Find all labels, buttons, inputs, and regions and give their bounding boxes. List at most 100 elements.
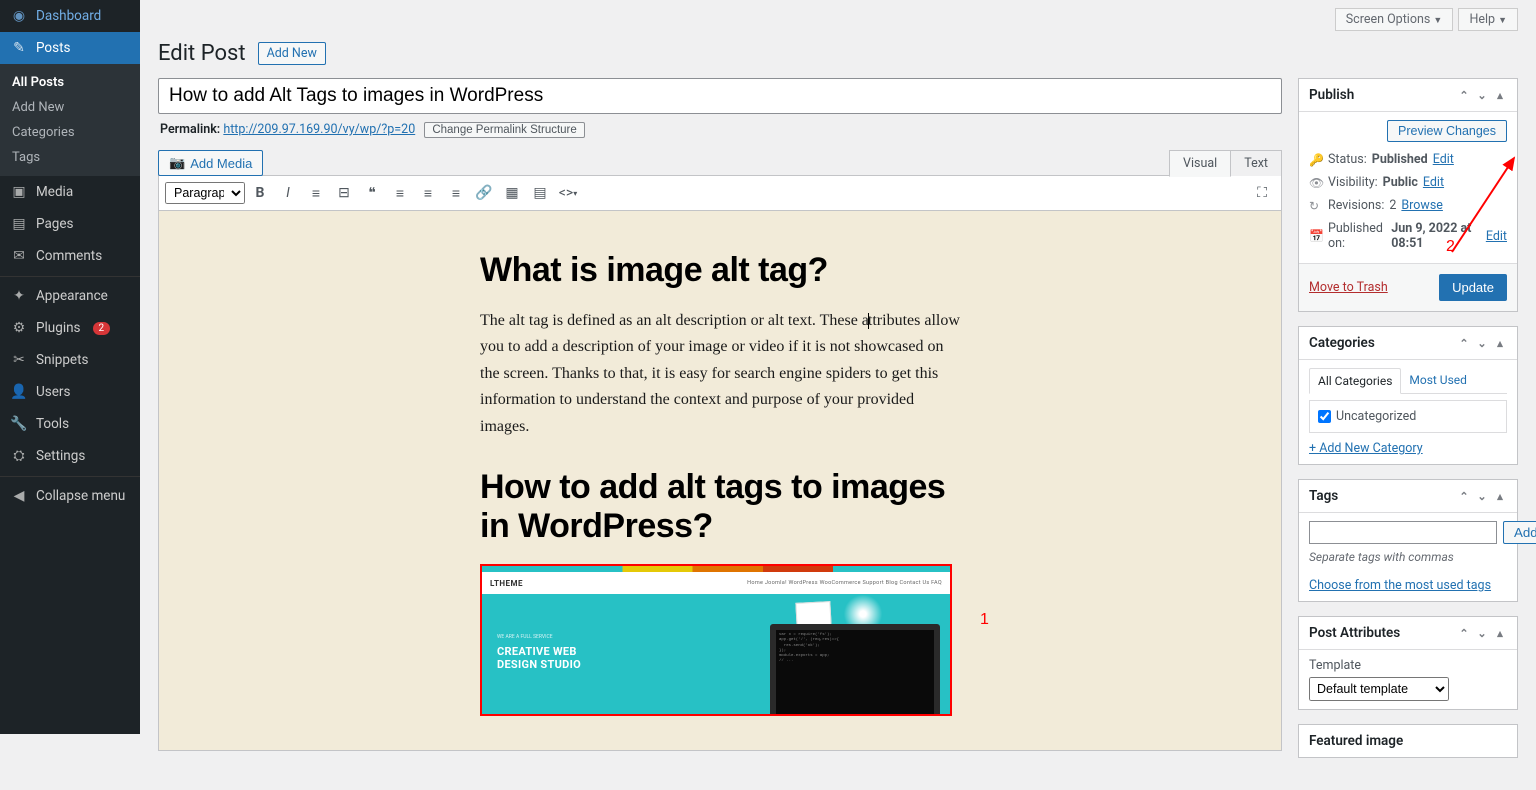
update-button[interactable]: Update — [1439, 274, 1507, 301]
menu-tools[interactable]: 🔧Tools — [0, 408, 140, 440]
calendar-icon: 📅 — [1309, 229, 1323, 243]
dashboard-icon: ◉ — [10, 7, 28, 25]
cat-checkbox-uncategorized[interactable] — [1318, 410, 1331, 423]
post-attributes-box: Post Attributes ⌃⌄▴ Template Default tem… — [1298, 616, 1518, 710]
image-hero-title: CREATIVE WEB DESIGN STUDIO — [497, 645, 669, 671]
image-nav: Home Joomla! WordPress WooCommerce Suppo… — [747, 580, 942, 586]
cat-tab-most[interactable]: Most Used — [1401, 368, 1475, 393]
add-new-category[interactable]: + Add New Category — [1309, 441, 1423, 456]
insert-button[interactable]: ▦ — [499, 180, 525, 206]
content-heading-1[interactable]: What is image alt tag? — [480, 251, 960, 290]
plugins-update-badge: 2 — [93, 322, 111, 335]
align-center-button[interactable]: ≡ — [415, 180, 441, 206]
editor-body[interactable]: What is image alt tag? The alt tag is de… — [158, 211, 1282, 751]
main-content: Screen Options▼ Help▼ Edit Post Add New … — [140, 0, 1536, 790]
scissors-icon: ✂ — [10, 351, 28, 369]
content-paragraph-1[interactable]: The alt tag is defined as an alt descrip… — [480, 308, 960, 440]
move-to-trash[interactable]: Move to Trash — [1309, 280, 1388, 295]
permalink-url[interactable]: http://209.97.169.90/vy/wp/?p=20 — [223, 122, 415, 137]
move-up-icon[interactable]: ⌃ — [1457, 490, 1471, 503]
menu-comments[interactable]: ✉Comments — [0, 240, 140, 272]
preview-changes-button[interactable]: Preview Changes — [1387, 120, 1507, 142]
cat-item-uncategorized[interactable]: Uncategorized — [1318, 409, 1498, 424]
screen-options-button[interactable]: Screen Options▼ — [1335, 8, 1454, 31]
move-down-icon[interactable]: ⌄ — [1475, 337, 1489, 350]
brush-icon: ✦ — [10, 287, 28, 305]
menu-snippets[interactable]: ✂Snippets — [0, 344, 140, 376]
edit-publish-date[interactable]: Edit — [1486, 229, 1507, 244]
template-select[interactable]: Default template — [1309, 677, 1449, 701]
edit-visibility[interactable]: Edit — [1423, 175, 1444, 190]
post-title-input[interactable] — [158, 78, 1282, 114]
cat-tab-all[interactable]: All Categories — [1309, 368, 1401, 394]
submenu-categories[interactable]: Categories — [0, 120, 140, 145]
blockquote-button[interactable]: ❝ — [359, 180, 385, 206]
tab-text[interactable]: Text — [1230, 150, 1282, 176]
page-icon: ▤ — [10, 215, 28, 233]
menu-media[interactable]: ▣Media — [0, 176, 140, 208]
fullscreen-button[interactable]: ⛶ — [1249, 180, 1275, 206]
permalink-label: Permalink: — [160, 122, 220, 137]
add-new-button[interactable]: Add New — [258, 42, 326, 65]
featured-image-title: Featured image — [1309, 733, 1403, 749]
add-media-button[interactable]: 📷Add Media — [158, 150, 263, 176]
menu-appearance[interactable]: ✦Appearance — [0, 280, 140, 312]
tag-input[interactable] — [1309, 521, 1497, 544]
toggle-icon[interactable]: ▴ — [1493, 337, 1507, 350]
choose-tags-link[interactable]: Choose from the most used tags — [1309, 578, 1491, 593]
help-button[interactable]: Help▼ — [1458, 8, 1518, 31]
bullet-list-button[interactable]: ≡ — [303, 180, 329, 206]
number-list-button[interactable]: ⊟ — [331, 180, 357, 206]
align-left-button[interactable]: ≡ — [387, 180, 413, 206]
submenu-all-posts[interactable]: All Posts — [0, 70, 140, 95]
sliders-icon: ⛭ — [10, 447, 28, 465]
image-logo: LTHEME — [490, 579, 523, 588]
toggle-icon[interactable]: ▴ — [1493, 627, 1507, 640]
tags-box: Tags ⌃⌄▴ Add Separate tags with commas C… — [1298, 479, 1518, 602]
table-button[interactable]: ▤ — [527, 180, 553, 206]
align-right-button[interactable]: ≡ — [443, 180, 469, 206]
move-up-icon[interactable]: ⌃ — [1457, 627, 1471, 640]
eye-icon: 👁 — [1309, 176, 1323, 190]
menu-posts[interactable]: ✎Posts — [0, 32, 140, 64]
top-options-bar: Screen Options▼ Help▼ — [158, 8, 1518, 37]
menu-plugins[interactable]: ⚙Plugins2 — [0, 312, 140, 344]
comment-icon: ✉ — [10, 247, 28, 265]
add-tag-button[interactable]: Add — [1503, 521, 1536, 544]
menu-users[interactable]: 👤Users — [0, 376, 140, 408]
move-up-icon[interactable]: ⌃ — [1457, 89, 1471, 102]
submenu-add-new[interactable]: Add New — [0, 95, 140, 120]
history-icon: ↻ — [1309, 199, 1323, 213]
chevron-down-icon: ▼ — [1498, 16, 1507, 26]
move-down-icon[interactable]: ⌄ — [1475, 490, 1489, 503]
permalink-row: Permalink: http://209.97.169.90/vy/wp/?p… — [158, 114, 1282, 150]
bold-button[interactable]: B — [247, 180, 273, 206]
code-button[interactable]: <>▾ — [555, 180, 581, 206]
pin-icon: ✎ — [10, 39, 28, 57]
menu-dashboard[interactable]: ◉Dashboard — [0, 0, 140, 32]
toggle-icon[interactable]: ▴ — [1493, 89, 1507, 102]
format-select[interactable]: Paragraph — [165, 182, 245, 204]
content-heading-2[interactable]: How to add alt tags to images in WordPre… — [480, 468, 960, 546]
change-permalink-button[interactable]: Change Permalink Structure — [424, 122, 584, 138]
toggle-icon[interactable]: ▴ — [1493, 490, 1507, 503]
italic-button[interactable]: I — [275, 180, 301, 206]
edit-status[interactable]: Edit — [1433, 152, 1454, 167]
move-down-icon[interactable]: ⌄ — [1475, 627, 1489, 640]
categories-title: Categories — [1309, 335, 1375, 351]
menu-collapse[interactable]: ◀Collapse menu — [0, 480, 140, 512]
link-button[interactable]: 🔗 — [471, 180, 497, 206]
menu-settings[interactable]: ⛭Settings — [0, 440, 140, 472]
publish-title: Publish — [1309, 87, 1354, 103]
tab-visual[interactable]: Visual — [1169, 150, 1231, 177]
annotation-1: 1 — [980, 611, 989, 629]
move-up-icon[interactable]: ⌃ — [1457, 337, 1471, 350]
menu-pages[interactable]: ▤Pages — [0, 208, 140, 240]
chevron-down-icon: ▼ — [1433, 16, 1442, 26]
content-image-selected[interactable]: LTHEME Home Joomla! WordPress WooCommerc… — [480, 564, 952, 716]
submenu-tags[interactable]: Tags — [0, 145, 140, 170]
media-icon: ▣ — [10, 183, 28, 201]
browse-revisions[interactable]: Browse — [1401, 198, 1443, 213]
move-down-icon[interactable]: ⌄ — [1475, 89, 1489, 102]
posts-submenu: All Posts Add New Categories Tags — [0, 64, 140, 176]
